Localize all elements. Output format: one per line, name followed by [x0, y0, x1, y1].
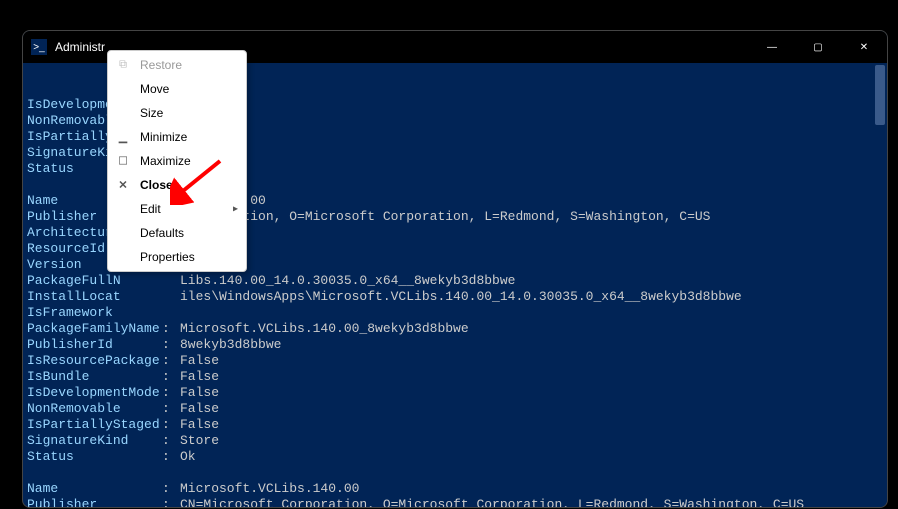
property-value: Microsoft.VCLibs.140.00_8wekyb3d8bbwe: [180, 321, 469, 337]
titlebar-buttons: — ▢ ✕: [749, 31, 887, 63]
output-row: InstallLocat iles\WindowsApps\Microsoft.V…: [27, 289, 883, 305]
property-value: Corporation, O=Microsoft Corporation, L=…: [180, 209, 711, 225]
output-row: PackageFamilyName: Microsoft.VCLibs.140.…: [27, 321, 883, 337]
output-row: IsPartiallyStaged: False: [27, 417, 883, 433]
property-key: PublisherId: [27, 337, 162, 353]
colon: :: [162, 497, 180, 508]
restore-icon: ⧉: [116, 59, 130, 72]
menu-edit[interactable]: Edit ▸: [108, 197, 246, 221]
menu-size[interactable]: Size: [108, 101, 246, 125]
menu-label: Move: [140, 82, 169, 96]
menu-label: Close: [140, 178, 173, 192]
close-icon: ✕: [116, 179, 130, 192]
colon: :: [162, 353, 180, 369]
close-button[interactable]: ✕: [841, 31, 887, 63]
property-key: IsDevelopmentMode: [27, 385, 162, 401]
property-value: False: [180, 369, 219, 385]
scrollbar-thumb[interactable]: [875, 65, 885, 125]
output-row: NonRemovable: False: [27, 401, 883, 417]
menu-close[interactable]: ✕ Close: [108, 173, 246, 197]
blank-row: [27, 465, 883, 481]
menu-minimize[interactable]: ▁ Minimize: [108, 125, 246, 149]
output-row: Name: Microsoft.VCLibs.140.00: [27, 481, 883, 497]
colon: [162, 273, 180, 289]
property-key: Name: [27, 481, 162, 497]
colon: [162, 305, 180, 321]
property-value: Store: [180, 433, 219, 449]
output-row: Publisher: CN=Microsoft Corporation, O=M…: [27, 497, 883, 508]
colon: :: [162, 449, 180, 465]
property-key: IsResourcePackage: [27, 353, 162, 369]
output-row: PackageFullN Libs.140.00_14.0.30035.0_x64…: [27, 273, 883, 289]
property-value: False: [180, 401, 219, 417]
menu-maximize[interactable]: ☐ Maximize: [108, 149, 246, 173]
output-row: IsBundle: False: [27, 369, 883, 385]
colon: :: [162, 481, 180, 497]
output-row: PublisherId: 8wekyb3d8bbwe: [27, 337, 883, 353]
powershell-icon[interactable]: >_: [31, 39, 47, 55]
property-key: Publisher: [27, 497, 162, 508]
property-key: PackageFullN: [27, 273, 162, 289]
property-key: Status: [27, 449, 162, 465]
property-key: SignatureKind: [27, 433, 162, 449]
property-value: Microsoft.VCLibs.140.00: [180, 481, 359, 497]
menu-move[interactable]: Move: [108, 77, 246, 101]
minimize-icon: ▁: [116, 131, 130, 144]
menu-label: Minimize: [140, 130, 187, 144]
property-value: Ok: [180, 449, 196, 465]
property-value: False: [180, 353, 219, 369]
menu-label: Restore: [140, 58, 182, 72]
output-row: IsDevelopmentMode: False: [27, 385, 883, 401]
menu-properties[interactable]: Properties: [108, 245, 246, 269]
minimize-button[interactable]: —: [749, 31, 795, 63]
property-value: Libs.140.00_14.0.30035.0_x64__8wekyb3d8b…: [180, 273, 515, 289]
property-key: IsPartiallyStaged: [27, 417, 162, 433]
chevron-right-icon: ▸: [233, 204, 238, 215]
property-key: PackageFamilyName: [27, 321, 162, 337]
colon: :: [162, 417, 180, 433]
colon: :: [162, 337, 180, 353]
property-key: IsBundle: [27, 369, 162, 385]
property-key: InstallLocat: [27, 289, 162, 305]
colon: :: [162, 385, 180, 401]
colon: :: [162, 433, 180, 449]
output-row: IsResourcePackage: False: [27, 353, 883, 369]
output-row: IsFramework: [27, 305, 883, 321]
colon: [162, 289, 180, 305]
maximize-icon: ☐: [116, 155, 130, 168]
property-value: iles\WindowsApps\Microsoft.VCLibs.140.00…: [180, 289, 742, 305]
colon: :: [162, 369, 180, 385]
menu-defaults[interactable]: Defaults: [108, 221, 246, 245]
property-value: CN=Microsoft Corporation, O=Microsoft Co…: [180, 497, 804, 508]
menu-label: Maximize: [140, 154, 191, 168]
output-row: Status: Ok: [27, 449, 883, 465]
property-key: IsFramework: [27, 305, 162, 321]
property-key: NonRemovable: [27, 401, 162, 417]
menu-label: Properties: [140, 250, 195, 264]
scrollbar[interactable]: [873, 63, 887, 507]
system-context-menu: ⧉ Restore Move Size ▁ Minimize ☐ Maximiz…: [107, 50, 247, 272]
property-value: False: [180, 417, 219, 433]
output-row: SignatureKind: Store: [27, 433, 883, 449]
colon: :: [162, 401, 180, 417]
property-value: 8wekyb3d8bbwe: [180, 337, 281, 353]
maximize-button[interactable]: ▢: [795, 31, 841, 63]
menu-label: Defaults: [140, 226, 184, 240]
menu-restore: ⧉ Restore: [108, 53, 246, 77]
colon: :: [162, 321, 180, 337]
property-value: False: [180, 385, 219, 401]
menu-label: Edit: [140, 202, 161, 216]
menu-label: Size: [140, 106, 163, 120]
